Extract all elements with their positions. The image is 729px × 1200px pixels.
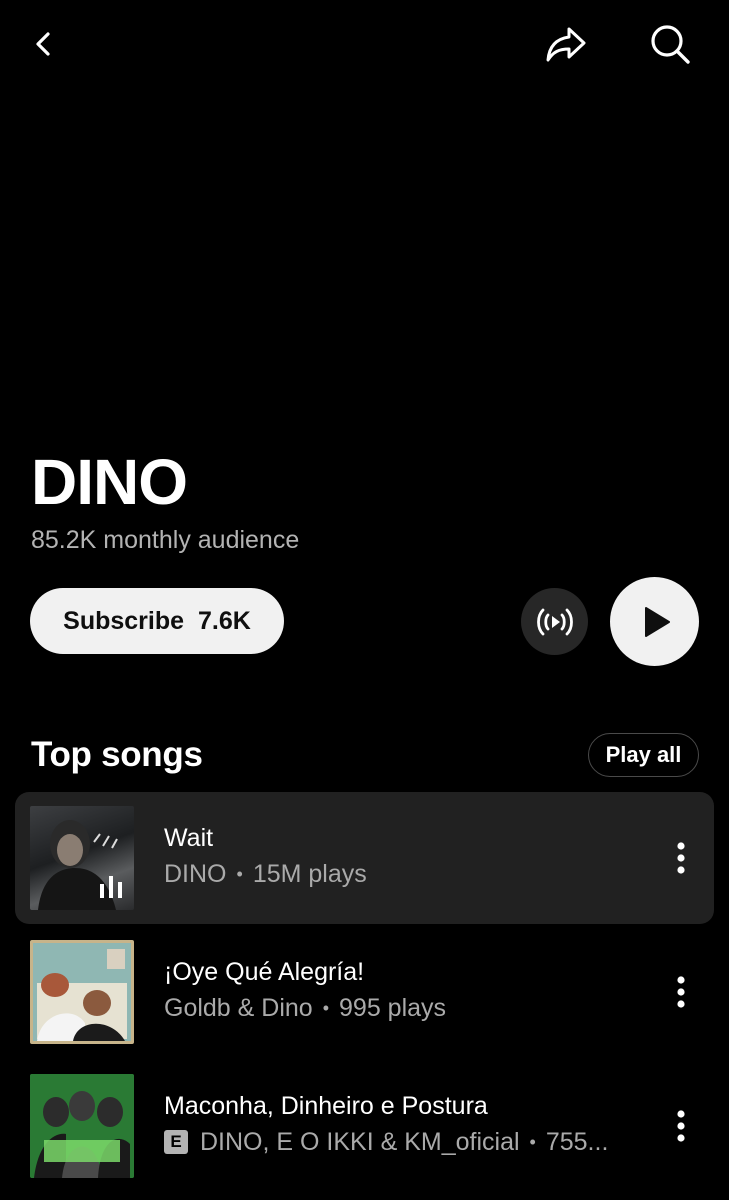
song-title: Wait xyxy=(164,824,214,852)
album-art xyxy=(30,940,134,1044)
song-row[interactable]: Maconha, Dinheiro e Postura E DINO, E O … xyxy=(15,1060,714,1192)
monthly-audience: 85.2K monthly audience xyxy=(31,526,300,554)
search-icon xyxy=(651,25,690,64)
play-icon xyxy=(644,606,670,637)
play-button[interactable] xyxy=(610,577,699,666)
artist-name: DINO xyxy=(31,446,188,518)
more-options-button[interactable] xyxy=(663,970,699,1014)
search-button[interactable] xyxy=(644,18,696,70)
chevron-left-icon xyxy=(36,32,50,56)
album-art xyxy=(30,806,134,910)
separator-dot: • xyxy=(322,998,330,1018)
song-artist: Goldb & Dino xyxy=(164,994,313,1022)
explicit-badge: E xyxy=(164,1130,188,1154)
separator-dot: • xyxy=(236,864,243,884)
more-options-button[interactable] xyxy=(663,1104,699,1148)
more-vertical-icon xyxy=(677,976,685,1008)
more-options-button[interactable] xyxy=(663,836,699,880)
album-art-image xyxy=(33,943,131,1041)
song-subtitle: DINO • 15M plays xyxy=(164,858,367,890)
share-arrow-icon xyxy=(546,27,586,62)
subscribe-label: Subscribe xyxy=(63,606,185,635)
song-artist: DINO, E O IKKI & KM_oficial xyxy=(200,1128,520,1156)
top-songs-title: Top songs xyxy=(31,735,203,774)
back-button[interactable] xyxy=(22,22,66,66)
play-all-button[interactable]: Play all xyxy=(588,733,699,777)
song-title: Maconha, Dinheiro e Postura xyxy=(164,1092,488,1120)
song-plays: 15M plays xyxy=(252,860,367,888)
radio-broadcast-icon xyxy=(536,608,573,635)
share-button[interactable] xyxy=(540,20,592,68)
song-row[interactable]: Wait DINO • 15M plays xyxy=(15,792,714,924)
song-row[interactable]: ¡Oye Qué Alegría! Goldb & Dino • 995 pla… xyxy=(15,926,714,1058)
now-playing-equalizer-icon xyxy=(100,876,122,898)
subscribe-button[interactable]: Subscribe 7.6K xyxy=(30,588,284,654)
song-title: ¡Oye Qué Alegría! xyxy=(164,958,365,986)
subscriber-count: 7.6K xyxy=(198,606,251,635)
song-subtitle: Goldb & Dino • 995 plays xyxy=(164,992,446,1024)
album-art-image xyxy=(30,1074,134,1178)
more-vertical-icon xyxy=(677,842,685,874)
top-bar xyxy=(0,0,729,90)
song-subtitle: E DINO, E O IKKI & KM_oficial • 755... xyxy=(164,1126,608,1158)
radio-button[interactable] xyxy=(521,588,588,655)
album-art xyxy=(30,1074,134,1178)
more-vertical-icon xyxy=(677,1110,685,1142)
separator-dot: • xyxy=(529,1132,536,1152)
song-plays: 755... xyxy=(545,1128,609,1156)
song-artist: DINO xyxy=(164,860,227,888)
song-plays: 995 plays xyxy=(339,994,447,1022)
